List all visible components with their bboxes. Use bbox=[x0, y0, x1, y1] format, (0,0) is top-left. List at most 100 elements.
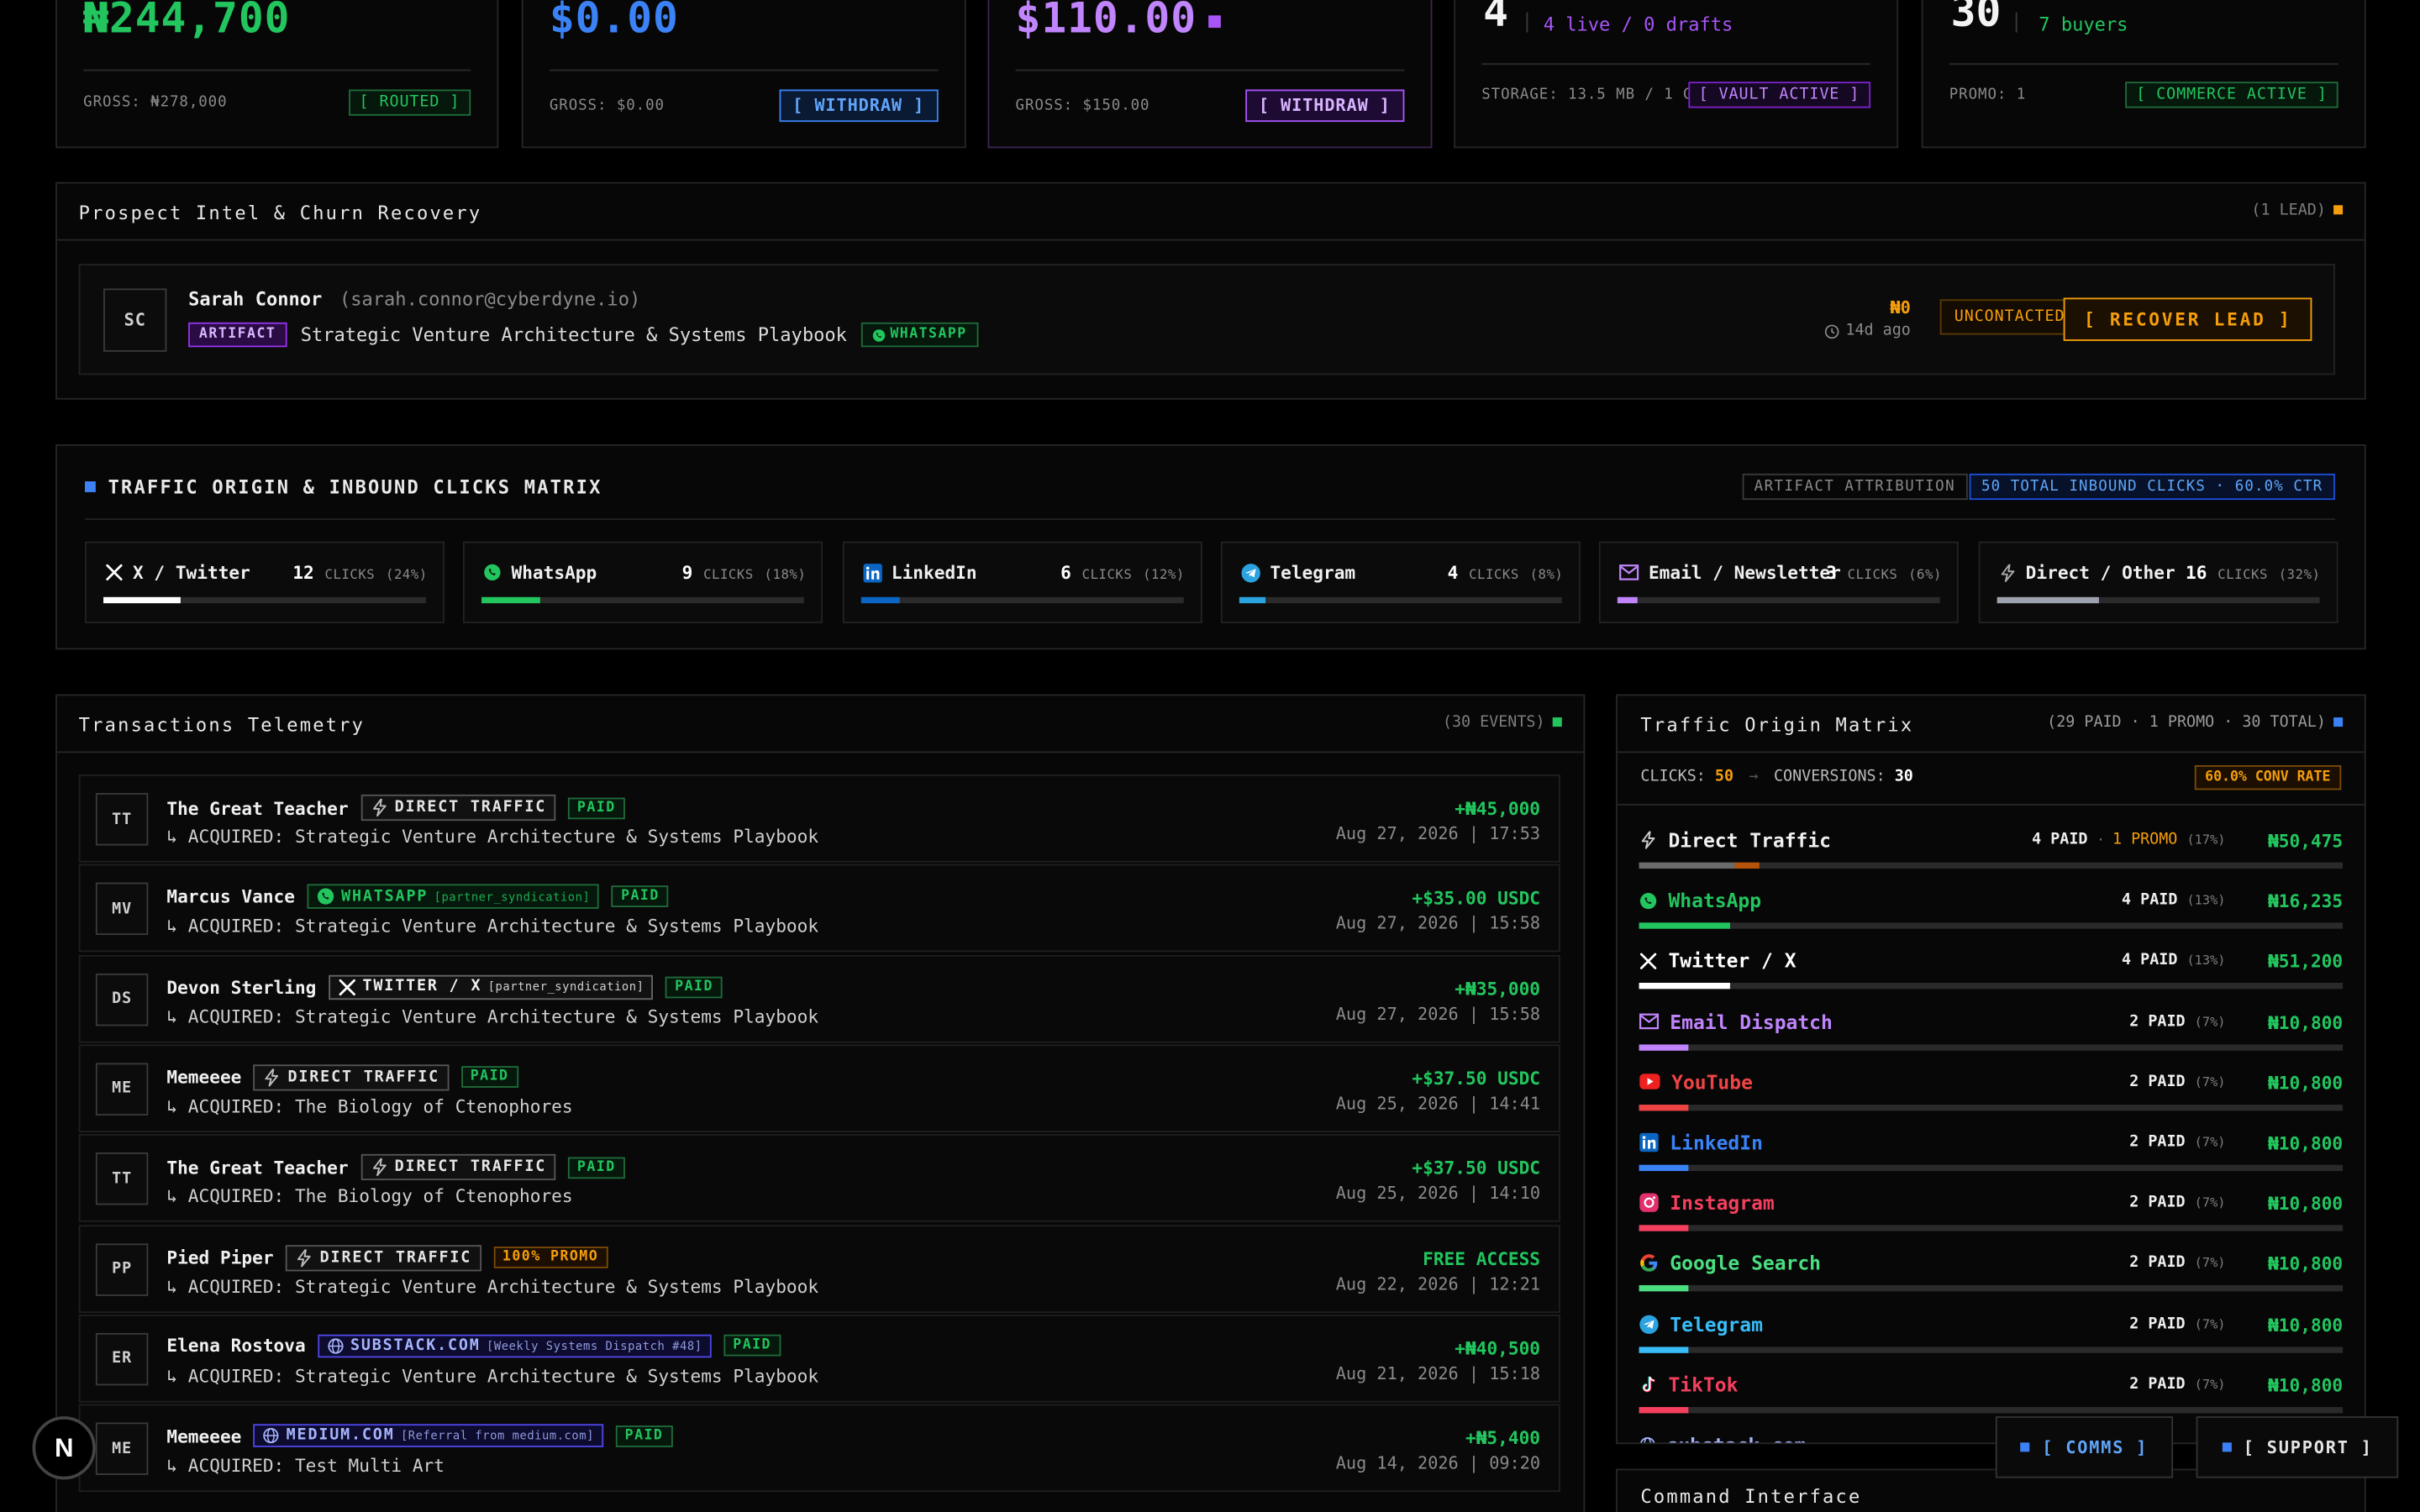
click-card-label-text: X / Twitter bbox=[132, 561, 250, 584]
source-label: DIRECT TRAFFIC bbox=[394, 1158, 547, 1176]
withdraw-button[interactable]: [ WITHDRAW ] bbox=[778, 89, 939, 123]
stat-value: ₦244,700 bbox=[83, 0, 291, 44]
transaction-date: Aug 25, 2026 | 14:41 bbox=[1335, 1094, 1541, 1114]
transaction-row[interactable]: MV Marcus Vance WHATSAPP [partner_syndic… bbox=[78, 864, 1560, 953]
stat-gross: GROSS: $0.00 bbox=[549, 97, 665, 114]
click-card[interactable]: LinkedIn 6 CLICKS (12%) bbox=[842, 541, 1202, 624]
mail-icon bbox=[1619, 563, 1639, 581]
transaction-row[interactable]: ME Memeeee DIRECT TRAFFIC PAID ↳ ACQUIRE… bbox=[78, 1044, 1560, 1132]
stat-promo: PROMO: 1 bbox=[1949, 86, 2027, 104]
matrix-progress-fill bbox=[1639, 983, 1731, 990]
transaction-row[interactable]: TT The Great Teacher DIRECT TRAFFIC PAID… bbox=[78, 1134, 1560, 1223]
click-pct: (24%) bbox=[386, 567, 428, 584]
panel-header: Transactions Telemetry (30 EVENTS) bbox=[56, 696, 1584, 753]
clicks-word: CLICKS bbox=[324, 567, 376, 584]
matrix-row[interactable]: Direct Traffic 4 PAID · 1 PROMO (17%) ₦5… bbox=[1639, 828, 2344, 884]
matrix-pct: (13%) bbox=[2186, 891, 2226, 908]
matrix-row[interactable]: YouTube 2 PAID (7%) ₦10,800 bbox=[1639, 1070, 2344, 1126]
source-tag: DIRECT TRAFFIC bbox=[286, 1244, 481, 1271]
acquired-product: ↳ ACQUIRED: The Biology of Ctenophores bbox=[166, 1095, 573, 1117]
withdraw-button[interactable]: [ WITHDRAW ] bbox=[1244, 89, 1405, 123]
transaction-row[interactable]: DS Devon Sterling TWITTER / X [partner_s… bbox=[78, 954, 1560, 1042]
source-label: SUBSTACK.COM bbox=[350, 1337, 481, 1355]
click-card[interactable]: Email / Newsletter 3 CLICKS (6%) bbox=[1599, 541, 1960, 624]
matrix-row[interactable]: Google Search 2 PAID (7%) ₦10,800 bbox=[1639, 1252, 2344, 1307]
matrix-row[interactable]: WhatsApp 4 PAID (13%) ₦16,235 bbox=[1639, 889, 2344, 944]
avatar: TT bbox=[95, 793, 149, 846]
stat-value: $110.00 bbox=[1016, 0, 1222, 43]
click-card[interactable]: Direct / Other 16 CLICKS (32%) bbox=[1977, 541, 2338, 624]
matrix-label-text: WhatsApp bbox=[1668, 889, 1762, 912]
matrix-row[interactable]: Telegram 2 PAID (7%) ₦10,800 bbox=[1639, 1312, 2344, 1368]
bolt-icon bbox=[370, 798, 388, 818]
artifact-chip: ARTIFACT bbox=[188, 322, 287, 348]
matrix-progress-fill bbox=[1639, 1104, 1689, 1111]
click-progress-fill bbox=[481, 596, 540, 604]
click-progress-track bbox=[1618, 596, 1941, 604]
transaction-date: Aug 21, 2026 | 15:18 bbox=[1335, 1363, 1541, 1384]
matrix-row[interactable]: LinkedIn 2 PAID (7%) ₦10,800 bbox=[1639, 1131, 2344, 1186]
stat-card-usd: $0.00 GROSS: $0.00 [ WITHDRAW ] bbox=[521, 0, 966, 149]
support-button[interactable]: [ SUPPORT ] bbox=[2196, 1416, 2399, 1478]
vault-active-tag: [ VAULT ACTIVE ] bbox=[1687, 81, 1871, 108]
click-card-label: WhatsApp bbox=[483, 562, 597, 583]
transaction-amount: +$35.00 USDC bbox=[1412, 887, 1541, 910]
lead-row[interactable]: SC Sarah Connor (sarah.connor@cyberdyne.… bbox=[78, 264, 2335, 375]
bolt-icon bbox=[1998, 562, 2017, 582]
click-card-label-text: LinkedIn bbox=[891, 561, 977, 584]
status-badge: PAID bbox=[612, 885, 669, 908]
transaction-date: Aug 27, 2026 | 15:58 bbox=[1335, 913, 1541, 934]
transaction-row[interactable]: ER Elena Rostova SUBSTACK.COM [Weekly Sy… bbox=[78, 1314, 1560, 1403]
matrix-progress-track bbox=[1639, 1225, 2344, 1232]
matrix-pct: (7%) bbox=[2194, 1133, 2226, 1150]
source-note: [Referral from medium.com] bbox=[400, 1428, 594, 1443]
click-pct: (6%) bbox=[1908, 567, 1942, 584]
click-count: 9 bbox=[681, 561, 693, 584]
paid-count: 4 PAID bbox=[2032, 831, 2088, 849]
transaction-row[interactable]: PP Pied Piper DIRECT TRAFFIC 100% PROMO … bbox=[78, 1224, 1560, 1313]
transaction-row[interactable]: ME Memeeee MEDIUM.COM [Referral from med… bbox=[78, 1404, 1560, 1493]
matrix-label-text: LinkedIn bbox=[1670, 1131, 1763, 1154]
matrix-label: TikTok bbox=[1639, 1373, 1738, 1396]
conversions-value: 30 bbox=[1894, 768, 1913, 785]
matrix-paid: 2 PAID (7%) bbox=[2129, 1074, 2225, 1090]
matrix-progress-fill bbox=[1639, 1225, 1689, 1232]
globe-icon bbox=[263, 1427, 280, 1444]
matrix-progress-track bbox=[1639, 1346, 2344, 1353]
traffic-origin-matrix-panel: Traffic Origin Matrix (29 PAID · 1 PROMO… bbox=[1616, 694, 2366, 1445]
clicks-word: CLICKS bbox=[1847, 567, 1898, 584]
matrix-paid: 2 PAID (7%) bbox=[2129, 1013, 2225, 1030]
avatar: ER bbox=[95, 1332, 149, 1385]
comms-button[interactable]: [ COMMS ] bbox=[1995, 1416, 2174, 1478]
click-card-count: 4 CLICKS (8%) bbox=[1448, 562, 1564, 584]
click-progress-track bbox=[481, 596, 805, 604]
transaction-row[interactable]: TT The Great Teacher DIRECT TRAFFIC PAID… bbox=[78, 774, 1560, 863]
click-card-label-text: Telegram bbox=[1270, 561, 1356, 584]
avatar: PP bbox=[95, 1242, 149, 1295]
matrix-row[interactable]: Twitter / X 4 PAID (13%) ₦51,200 bbox=[1639, 949, 2344, 1005]
avatar: ME bbox=[95, 1063, 149, 1116]
click-progress-fill bbox=[860, 596, 900, 604]
click-count: 4 bbox=[1447, 561, 1459, 584]
acquired-product: ↳ ACQUIRED: Strategic Venture Architectu… bbox=[166, 915, 819, 937]
nextjs-logo-button[interactable]: N bbox=[32, 1416, 96, 1480]
bolt-icon bbox=[295, 1247, 313, 1268]
matrix-row[interactable]: Instagram 2 PAID (7%) ₦10,800 bbox=[1639, 1191, 2344, 1247]
matrix-label: LinkedIn bbox=[1639, 1131, 1763, 1154]
lead-amount: ₦0 bbox=[1890, 297, 1911, 318]
artifact-attribution-tag[interactable]: ARTIFACT ATTRIBUTION bbox=[1741, 473, 1968, 501]
click-card-count: 6 CLICKS (12%) bbox=[1060, 562, 1185, 584]
click-card[interactable]: WhatsApp 9 CLICKS (18%) bbox=[463, 541, 823, 624]
matrix-progress-fill bbox=[1639, 1285, 1689, 1293]
matrix-row[interactable]: Email Dispatch 2 PAID (7%) ₦10,800 bbox=[1639, 1010, 2344, 1065]
paid-count: 2 PAID bbox=[2129, 1194, 2186, 1212]
whatsapp-chip: WHATSAPP bbox=[860, 322, 978, 348]
click-card[interactable]: Telegram 4 CLICKS (8%) bbox=[1220, 541, 1581, 624]
matrix-label: Google Search bbox=[1639, 1252, 1821, 1275]
lead-age-text: 14d ago bbox=[1845, 322, 1911, 340]
click-card[interactable]: X / Twitter 12 CLICKS (24%) bbox=[85, 541, 445, 624]
recover-lead-button[interactable]: [ RECOVER LEAD ] bbox=[2064, 297, 2312, 341]
matrix-progress-fill bbox=[1639, 862, 1735, 869]
matrix-pct: (7%) bbox=[2194, 1073, 2226, 1089]
source-tag: WHATSAPP [partner_syndication] bbox=[307, 884, 600, 910]
